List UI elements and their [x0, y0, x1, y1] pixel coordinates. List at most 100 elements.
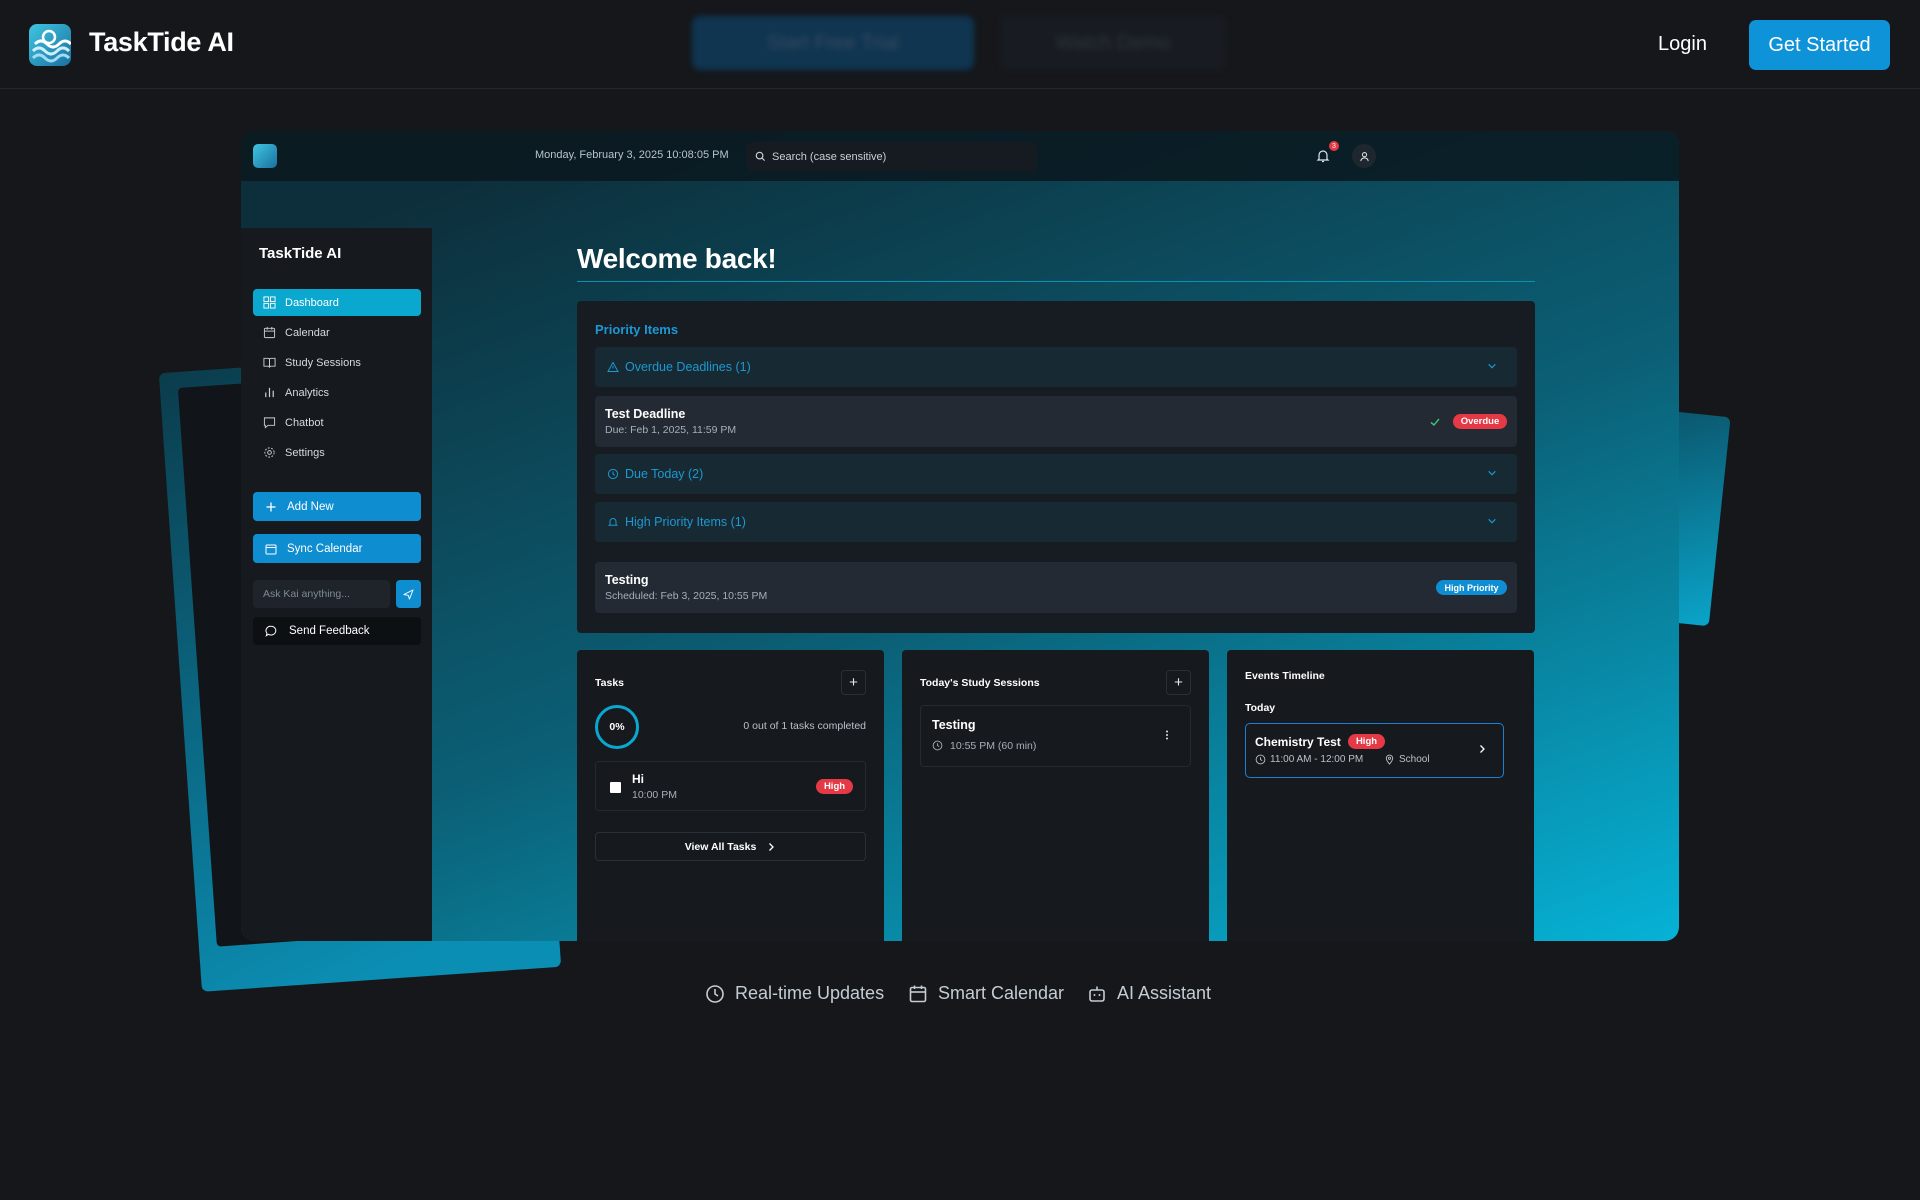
high-priority-item[interactable]: Testing Scheduled: Feb 3, 2025, 10:55 PM…: [595, 562, 1517, 613]
tasks-title: Tasks: [595, 677, 624, 689]
high-priority-accordion[interactable]: High Priority Items (1): [595, 502, 1517, 542]
add-study-session-button[interactable]: +: [1166, 670, 1191, 695]
item-title: Test Deadline: [605, 407, 686, 421]
map-pin-icon: [1385, 754, 1394, 765]
user-icon: [1359, 151, 1369, 161]
sync-calendar-button[interactable]: Sync Calendar: [253, 534, 421, 563]
sidebar-item-label: Settings: [285, 446, 325, 459]
login-link[interactable]: Login: [1658, 33, 1707, 56]
search-icon: [755, 151, 766, 162]
add-new-label: Add New: [287, 500, 334, 513]
task-checkbox[interactable]: [610, 782, 621, 793]
top-nav: TaskTide AI Start Free Trial Watch Demo …: [0, 0, 1920, 89]
sidebar-item-calendar[interactable]: Calendar: [253, 319, 421, 346]
feature-label: Smart Calendar: [938, 983, 1065, 1003]
high-priority-header: High Priority Items (1): [625, 515, 746, 529]
clock-icon: [607, 468, 619, 480]
sidebar-item-label: Analytics: [285, 386, 330, 399]
calendar-icon: [263, 326, 276, 339]
chevron-down-icon: [1488, 518, 1496, 524]
overdue-deadlines-accordion[interactable]: Overdue Deadlines (1): [595, 347, 1517, 387]
bot-icon: [1089, 986, 1105, 1002]
add-task-button[interactable]: +: [841, 670, 866, 695]
sidebar-item-dashboard[interactable]: Dashboard: [253, 289, 421, 316]
feature-smart-calendar: Smart Calendar: [908, 983, 1064, 1004]
get-started-button[interactable]: Get Started: [1749, 20, 1890, 70]
events-timeline-card: Events Timeline Today Chemistry Test Hig…: [1227, 650, 1534, 941]
tasks-card: Tasks + 0% 0 out of 1 tasks completed Hi…: [577, 650, 884, 941]
brand-logo[interactable]: [29, 24, 71, 66]
send-feedback-button[interactable]: Send Feedback: [253, 617, 421, 645]
study-session-item[interactable]: Testing 10:55 PM (60 min): [920, 705, 1191, 767]
sidebar-title: TaskTide AI: [259, 245, 342, 262]
view-all-tasks-button[interactable]: View All Tasks: [595, 832, 866, 861]
more-vertical-icon[interactable]: [1161, 729, 1173, 741]
sidebar-item-label: Calendar: [285, 326, 330, 339]
add-new-button[interactable]: Add New: [253, 492, 421, 521]
bar-chart-icon: [265, 387, 274, 398]
clock-icon: [1255, 754, 1266, 765]
clock-icon: [706, 984, 724, 1003]
sidebar-item-label: Chatbot: [285, 416, 324, 429]
feature-label: Real-time Updates: [735, 983, 885, 1003]
sidebar-item-chatbot[interactable]: Chatbot: [253, 409, 421, 436]
book-icon: [263, 357, 276, 368]
search-placeholder: Search (case sensitive): [772, 150, 887, 163]
warning-icon: [607, 361, 619, 372]
tasks-progress-text: 0 out of 1 tasks completed: [743, 720, 866, 732]
send-feedback-label: Send Feedback: [289, 625, 370, 637]
start-free-trial-button[interactable]: Start Free Trial: [692, 16, 974, 70]
priority-items-panel: Priority Items Overdue Deadlines (1) Tes…: [577, 301, 1535, 633]
bell-icon[interactable]: [1315, 148, 1331, 164]
calendar-sync-icon: [265, 544, 277, 554]
session-time: 10:55 PM (60 min): [950, 740, 1037, 752]
gear-icon: [264, 447, 275, 458]
title-divider: [577, 281, 1535, 282]
task-item[interactable]: Hi 10:00 PM High: [595, 761, 866, 811]
current-datetime: Monday, February 3, 2025 10:08:05 PM: [535, 149, 729, 161]
overdue-item[interactable]: Test Deadline Due: Feb 1, 2025, 11:59 PM…: [595, 396, 1517, 447]
send-button[interactable]: [396, 580, 421, 608]
task-title: Hi: [632, 772, 644, 786]
send-icon: [403, 588, 414, 600]
user-avatar[interactable]: [1352, 144, 1376, 168]
watch-demo-button[interactable]: Watch Demo: [1000, 16, 1226, 70]
clock-icon: [932, 740, 943, 751]
brand-name: TaskTide AI: [89, 27, 234, 57]
bell-icon: [607, 518, 619, 526]
app-logo-icon[interactable]: [253, 144, 277, 168]
chevron-down-icon: [1488, 470, 1496, 476]
notification-badge: 3: [1329, 141, 1339, 151]
calendar-icon: [909, 985, 927, 1002]
event-time: 11:00 AM - 12:00 PM: [1270, 754, 1364, 765]
view-all-label: View All Tasks: [684, 840, 757, 853]
task-priority-badge: High: [816, 779, 853, 794]
sidebar: TaskTide AI Dashboard Calendar Study Ses…: [241, 228, 432, 941]
app-header: Monday, February 3, 2025 10:08:05 PM Sea…: [241, 131, 1679, 181]
item-scheduled: Scheduled: Feb 3, 2025, 10:55 PM: [605, 590, 768, 602]
overdue-header: Overdue Deadlines (1): [625, 360, 751, 374]
sidebar-item-settings[interactable]: Settings: [253, 439, 421, 466]
event-location: School: [1399, 754, 1430, 765]
due-today-accordion[interactable]: Due Today (2): [595, 454, 1517, 494]
events-day-label: Today: [1245, 702, 1276, 714]
search-input[interactable]: Search (case sensitive): [747, 142, 1037, 171]
app-preview: Monday, February 3, 2025 10:08:05 PM Sea…: [241, 131, 1679, 941]
sidebar-item-study-sessions[interactable]: Study Sessions: [253, 349, 421, 376]
sidebar-item-analytics[interactable]: Analytics: [253, 379, 421, 406]
priority-title: Priority Items: [595, 322, 679, 337]
session-title: Testing: [932, 718, 976, 732]
feature-label: AI Assistant: [1117, 983, 1212, 1003]
check-icon[interactable]: [1429, 416, 1441, 428]
overdue-badge: Overdue: [1453, 414, 1507, 429]
study-sessions-card: Today's Study Sessions + Testing 10:55 P…: [902, 650, 1209, 941]
message-circle-icon: [265, 625, 277, 637]
sync-calendar-label: Sync Calendar: [287, 542, 363, 555]
task-time: 10:00 PM: [632, 789, 677, 801]
sidebar-item-label: Study Sessions: [285, 356, 361, 369]
event-item[interactable]: Chemistry Test High 11:00 AM - 12:00 PM …: [1245, 723, 1504, 778]
high-priority-badge: High Priority: [1436, 580, 1507, 595]
ask-kai-input[interactable]: Ask Kai anything...: [253, 580, 390, 608]
progress-ring: 0%: [595, 705, 639, 749]
events-title: Events Timeline: [1245, 670, 1325, 682]
